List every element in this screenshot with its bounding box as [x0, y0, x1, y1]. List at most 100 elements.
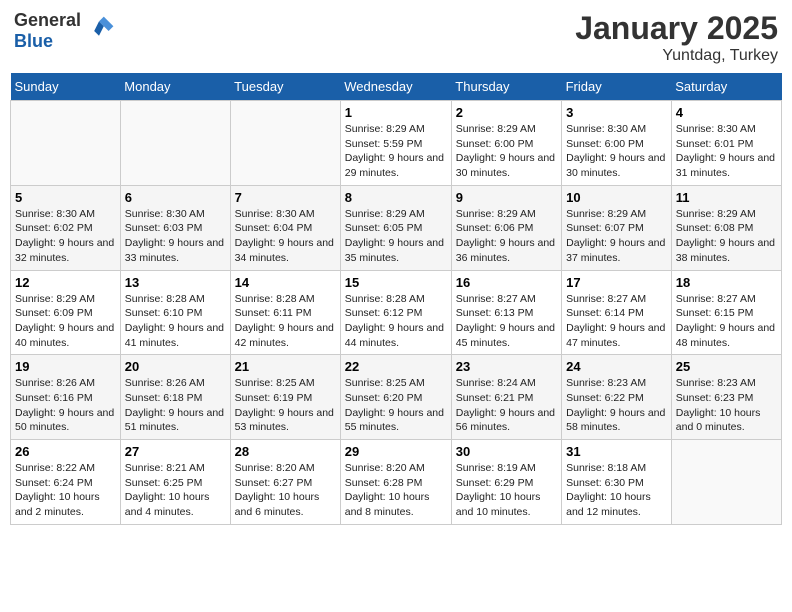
day-content: Sunrise: 8:19 AMSunset: 6:29 PMDaylight:… — [456, 461, 557, 520]
day-content: Sunrise: 8:27 AMSunset: 6:15 PMDaylight:… — [676, 292, 777, 351]
logo-general: General — [14, 10, 81, 30]
calendar-cell: 28 Sunrise: 8:20 AMSunset: 6:27 PMDayligh… — [230, 440, 340, 525]
day-number: 3 — [566, 105, 667, 120]
calendar-week-5: 26 Sunrise: 8:22 AMSunset: 6:24 PMDayligh… — [11, 440, 782, 525]
day-content: Sunrise: 8:29 AMSunset: 6:05 PMDaylight:… — [345, 207, 447, 266]
day-number: 20 — [125, 359, 226, 374]
calendar-cell: 10Sunrise: 8:29 AMSunset: 6:07 PMDayligh… — [562, 185, 672, 270]
calendar-cell: 30 Sunrise: 8:19 AMSunset: 6:29 PMDayligh… — [451, 440, 561, 525]
calendar-cell: 29Sunrise: 8:20 AMSunset: 6:28 PMDayligh… — [340, 440, 451, 525]
day-number: 23 — [456, 359, 557, 374]
calendar-cell: 11Sunrise: 8:29 AMSunset: 6:08 PMDayligh… — [671, 185, 781, 270]
calendar-cell: 22Sunrise: 8:25 AMSunset: 6:20 PMDayligh… — [340, 355, 451, 440]
day-number: 31 — [566, 444, 667, 459]
page-subtitle: Yuntdag, Turkey — [575, 47, 778, 65]
day-number: 27 — [125, 444, 226, 459]
calendar-cell: 26 Sunrise: 8:22 AMSunset: 6:24 PMDayligh… — [11, 440, 121, 525]
day-number: 9 — [456, 190, 557, 205]
day-content: Sunrise: 8:27 AMSunset: 6:13 PMDaylight:… — [456, 292, 557, 351]
header-thursday: Thursday — [451, 73, 561, 101]
calendar-cell: 25 Sunrise: 8:23 AMSunset: 6:23 PMDayligh… — [671, 355, 781, 440]
calendar-cell: 6Sunrise: 8:30 AMSunset: 6:03 PMDaylight… — [120, 185, 230, 270]
calendar-cell: 4 Sunrise: 8:30 AMSunset: 6:01 PMDaylight… — [671, 101, 781, 186]
day-number: 26 — [15, 444, 116, 459]
day-number: 2 — [456, 105, 557, 120]
day-content: Sunrise: 8:29 AMSunset: 5:59 PMDaylight:… — [345, 122, 447, 181]
day-number: 5 — [15, 190, 116, 205]
calendar-cell: 9Sunrise: 8:29 AMSunset: 6:06 PMDaylight… — [451, 185, 561, 270]
calendar-cell: 5 Sunrise: 8:30 AMSunset: 6:02 PMDaylight… — [11, 185, 121, 270]
day-content: Sunrise: 8:30 AMSunset: 6:00 PMDaylight:… — [566, 122, 667, 181]
logo-text: General Blue — [14, 10, 81, 52]
calendar-cell: 8 Sunrise: 8:29 AMSunset: 6:05 PMDaylight… — [340, 185, 451, 270]
day-content: Sunrise: 8:23 AMSunset: 6:22 PMDaylight:… — [566, 376, 667, 435]
calendar-cell — [11, 101, 121, 186]
page-header: General Blue January 2025 Yuntdag, Turke… — [10, 10, 782, 65]
day-number: 7 — [235, 190, 336, 205]
calendar-cell: 20 Sunrise: 8:26 AMSunset: 6:18 PMDayligh… — [120, 355, 230, 440]
page-title: January 2025 — [575, 10, 778, 47]
calendar-cell: 18 Sunrise: 8:27 AMSunset: 6:15 PMDayligh… — [671, 270, 781, 355]
header-sunday: Sunday — [11, 73, 121, 101]
day-number: 13 — [125, 275, 226, 290]
day-content: Sunrise: 8:26 AMSunset: 6:16 PMDaylight:… — [15, 376, 116, 435]
logo: General Blue — [14, 10, 115, 52]
day-number: 22 — [345, 359, 447, 374]
calendar-cell — [671, 440, 781, 525]
day-number: 14 — [235, 275, 336, 290]
day-content: Sunrise: 8:28 AMSunset: 6:10 PMDaylight:… — [125, 292, 226, 351]
calendar-cell: 23 Sunrise: 8:24 AMSunset: 6:21 PMDayligh… — [451, 355, 561, 440]
calendar-cell: 27 Sunrise: 8:21 AMSunset: 6:25 PMDayligh… — [120, 440, 230, 525]
calendar-cell: 16 Sunrise: 8:27 AMSunset: 6:13 PMDayligh… — [451, 270, 561, 355]
calendar-cell: 19 Sunrise: 8:26 AMSunset: 6:16 PMDayligh… — [11, 355, 121, 440]
header-friday: Friday — [562, 73, 672, 101]
day-number: 19 — [15, 359, 116, 374]
day-content: Sunrise: 8:21 AMSunset: 6:25 PMDaylight:… — [125, 461, 226, 520]
header-monday: Monday — [120, 73, 230, 101]
day-content: Sunrise: 8:27 AMSunset: 6:14 PMDaylight:… — [566, 292, 667, 351]
header-saturday: Saturday — [671, 73, 781, 101]
calendar-cell — [120, 101, 230, 186]
day-number: 1 — [345, 105, 447, 120]
day-number: 25 — [676, 359, 777, 374]
day-number: 15 — [345, 275, 447, 290]
day-content: Sunrise: 8:30 AMSunset: 6:04 PMDaylight:… — [235, 207, 336, 266]
calendar-cell: 31 Sunrise: 8:18 AMSunset: 6:30 PMDayligh… — [562, 440, 672, 525]
logo-icon — [83, 15, 115, 47]
day-content: Sunrise: 8:22 AMSunset: 6:24 PMDaylight:… — [15, 461, 116, 520]
day-number: 30 — [456, 444, 557, 459]
day-number: 16 — [456, 275, 557, 290]
title-block: January 2025 Yuntdag, Turkey — [575, 10, 778, 65]
calendar-table: SundayMondayTuesdayWednesdayThursdayFrid… — [10, 73, 782, 525]
day-number: 11 — [676, 190, 777, 205]
calendar-cell: 7 Sunrise: 8:30 AMSunset: 6:04 PMDaylight… — [230, 185, 340, 270]
day-content: Sunrise: 8:29 AMSunset: 6:00 PMDaylight:… — [456, 122, 557, 181]
day-content: Sunrise: 8:28 AMSunset: 6:12 PMDaylight:… — [345, 292, 447, 351]
calendar-week-1: 1 Sunrise: 8:29 AMSunset: 5:59 PMDaylight… — [11, 101, 782, 186]
calendar-week-3: 12Sunrise: 8:29 AMSunset: 6:09 PMDayligh… — [11, 270, 782, 355]
day-content: Sunrise: 8:30 AMSunset: 6:02 PMDaylight:… — [15, 207, 116, 266]
header-wednesday: Wednesday — [340, 73, 451, 101]
day-number: 6 — [125, 190, 226, 205]
day-number: 12 — [15, 275, 116, 290]
day-content: Sunrise: 8:18 AMSunset: 6:30 PMDaylight:… — [566, 461, 667, 520]
day-content: Sunrise: 8:28 AMSunset: 6:11 PMDaylight:… — [235, 292, 336, 351]
day-number: 28 — [235, 444, 336, 459]
day-content: Sunrise: 8:25 AMSunset: 6:19 PMDaylight:… — [235, 376, 336, 435]
day-content: Sunrise: 8:20 AMSunset: 6:27 PMDaylight:… — [235, 461, 336, 520]
calendar-cell: 14 Sunrise: 8:28 AMSunset: 6:11 PMDayligh… — [230, 270, 340, 355]
day-content: Sunrise: 8:30 AMSunset: 6:01 PMDaylight:… — [676, 122, 777, 181]
day-content: Sunrise: 8:23 AMSunset: 6:23 PMDaylight:… — [676, 376, 777, 435]
calendar-cell: 24 Sunrise: 8:23 AMSunset: 6:22 PMDayligh… — [562, 355, 672, 440]
calendar-cell: 15 Sunrise: 8:28 AMSunset: 6:12 PMDayligh… — [340, 270, 451, 355]
day-content: Sunrise: 8:26 AMSunset: 6:18 PMDaylight:… — [125, 376, 226, 435]
day-content: Sunrise: 8:24 AMSunset: 6:21 PMDaylight:… — [456, 376, 557, 435]
logo-blue: Blue — [14, 31, 53, 51]
header-tuesday: Tuesday — [230, 73, 340, 101]
day-number: 8 — [345, 190, 447, 205]
calendar-cell: 17Sunrise: 8:27 AMSunset: 6:14 PMDayligh… — [562, 270, 672, 355]
day-number: 24 — [566, 359, 667, 374]
day-number: 4 — [676, 105, 777, 120]
day-number: 18 — [676, 275, 777, 290]
day-number: 29 — [345, 444, 447, 459]
